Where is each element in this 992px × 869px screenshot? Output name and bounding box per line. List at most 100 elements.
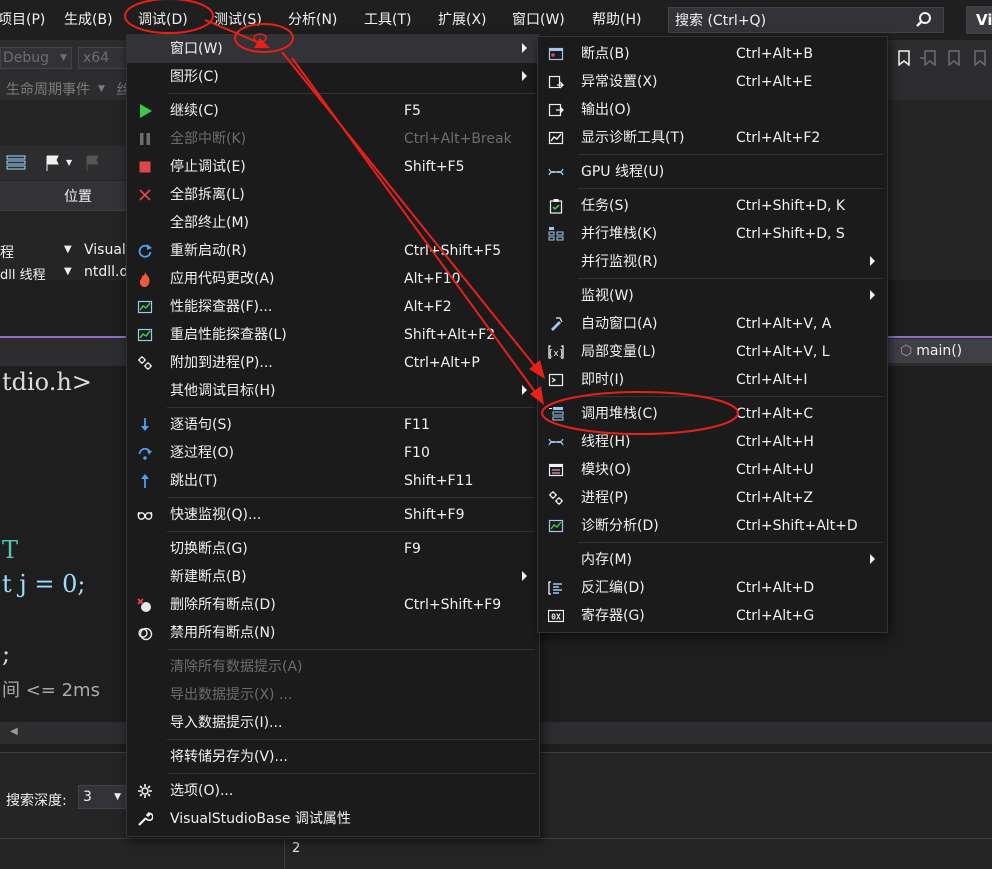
search-box[interactable]: 搜索 (Ctrl+Q) xyxy=(668,7,944,33)
hot-reload-icon xyxy=(139,272,150,287)
window-menu-item-0[interactable]: 断点(B) Ctrl+Alt+B xyxy=(538,40,887,68)
menu-extensions[interactable]: 扩展(X) xyxy=(438,9,487,31)
debug-menu-item-9[interactable]: 应用代码更改(A) Alt+F10 xyxy=(127,265,539,293)
debug-menu-item-19[interactable]: 快速监视(Q)... Shift+F9 xyxy=(127,501,539,529)
debug-menu-item-8[interactable]: 重新启动(R) Ctrl+Shift+F5 xyxy=(127,237,539,265)
flag-icon[interactable] xyxy=(44,154,64,172)
window-menu-item-16[interactable]: 调用堆栈(C) Ctrl+Alt+C xyxy=(538,400,887,428)
registers-icon: 0X xyxy=(548,609,564,623)
window-menu-item-7[interactable]: 任务(S) Ctrl+Shift+D, K xyxy=(538,192,887,220)
window-menu-item-2[interactable]: 输出(O) xyxy=(538,96,887,124)
debug-menu-item-12[interactable]: 附加到进程(P)... Ctrl+Alt+P xyxy=(127,349,539,377)
debug-menu-item-23[interactable]: 删除所有断点(D) Ctrl+Shift+F9 xyxy=(127,591,539,619)
debug-menu-item-17[interactable]: 跳出(T) Shift+F11 xyxy=(127,467,539,495)
window-menu-item-11[interactable]: 监视(W) xyxy=(538,282,887,310)
lifecycle-events[interactable]: 生命周期事件 xyxy=(6,79,90,99)
chevron-down-icon: ▼ xyxy=(114,792,121,802)
window-menu-item-19[interactable]: 进程(P) Ctrl+Alt+Z xyxy=(538,484,887,512)
window-menu-item-label: 显示诊断工具(T) xyxy=(581,130,685,146)
window-menu-item-18[interactable]: 模块(O) Ctrl+Alt+U xyxy=(538,456,887,484)
debug-menu-item-5[interactable]: 停止调试(E) Shift+F5 xyxy=(127,153,539,181)
debug-menu-item-22[interactable]: 新建断点(B) xyxy=(127,563,539,591)
debug-menu-item-16[interactable]: 逐过程(O) F10 xyxy=(127,439,539,467)
menu-debug[interactable]: 调试(D) xyxy=(138,9,188,31)
clear-bookmarks-icon[interactable] xyxy=(972,50,990,66)
menu-build[interactable]: 生成(B) xyxy=(64,9,113,31)
chevron-down-icon: ▼ xyxy=(98,84,105,94)
debug-menu-item-shortcut: F9 xyxy=(404,541,421,557)
search-depth-value: 3 xyxy=(83,789,92,805)
debug-menu-item-15[interactable]: 逐语句(S) F11 xyxy=(127,411,539,439)
debug-menu-item-shortcut: Ctrl+Shift+F9 xyxy=(404,597,502,613)
function-nav-combo[interactable]: ⬡ main() xyxy=(888,339,992,363)
configuration-combo[interactable]: Debug ▼ xyxy=(0,47,72,69)
window-menu-item-shortcut: Ctrl+Alt+B xyxy=(736,46,813,62)
debug-menu-item-28[interactable]: 导入数据提示(I)... xyxy=(127,709,539,737)
cube-icon: ⬡ xyxy=(900,343,913,359)
glasses-icon xyxy=(137,511,153,520)
platform-combo[interactable]: x64 xyxy=(78,47,128,69)
debug-menu-item-0[interactable]: 窗口(W) xyxy=(127,35,539,63)
prev-bookmark-icon[interactable] xyxy=(920,50,938,66)
chevron-right-icon xyxy=(522,43,527,53)
menu-analyze[interactable]: 分析(N) xyxy=(288,9,337,31)
modules-icon xyxy=(548,463,564,477)
code-line-macro: T xyxy=(2,536,19,564)
debug-menu-item-30[interactable]: 将转储另存为(V)... xyxy=(127,743,539,771)
debug-menu-item-4[interactable]: 全部中断(K) Ctrl+Alt+Break xyxy=(127,125,539,153)
debug-menu-item-10[interactable]: 性能探查器(F)... Alt+F2 xyxy=(127,293,539,321)
profiler-icon xyxy=(137,300,153,314)
bookmark-icon[interactable] xyxy=(897,50,911,66)
debug-menu-item-13[interactable]: 其他调试目标(H) xyxy=(127,377,539,405)
group-icon[interactable] xyxy=(6,154,26,172)
window-menu-item-17[interactable]: 线程(H) Ctrl+Alt+H xyxy=(538,428,887,456)
window-menu-item-3[interactable]: 显示诊断工具(T) Ctrl+Alt+F2 xyxy=(538,124,887,152)
menu-help[interactable]: 帮助(H) xyxy=(592,9,641,31)
debug-menu-item-7[interactable]: 全部终止(M) xyxy=(127,209,539,237)
search-placeholder: 搜索 (Ctrl+Q) xyxy=(675,13,767,29)
debug-menu-item-label: 应用代码更改(A) xyxy=(170,271,275,287)
debug-menu-item-label: 附加到进程(P)... xyxy=(170,355,273,371)
debug-menu-item-6[interactable]: 全部拆离(L) xyxy=(127,181,539,209)
window-menu-item-8[interactable]: 并行堆栈(K) Ctrl+Shift+D, S xyxy=(538,220,887,248)
debug-menu-item-3[interactable]: 继续(C) F5 xyxy=(127,97,539,125)
window-menu-item-9[interactable]: 并行监视(R) xyxy=(538,248,887,276)
next-bookmark-icon[interactable] xyxy=(946,50,964,66)
menu-tools[interactable]: 工具(T) xyxy=(364,9,411,31)
chevron-down-icon[interactable]: ▼ xyxy=(64,244,72,255)
window-menu-item-12[interactable]: 自动窗口(A) Ctrl+Alt+V, A xyxy=(538,310,887,338)
window-menu-item-13[interactable]: {x} 局部变量(L) Ctrl+Alt+V, L xyxy=(538,338,887,366)
debug-menu-item-33[interactable]: VisualStudioBase 调试属性 xyxy=(127,805,539,833)
debug-menu-item-1[interactable]: 图形(C) xyxy=(127,63,539,91)
search-depth-combo[interactable]: 3 ▼ xyxy=(78,785,126,809)
debug-menu-item-26[interactable]: 清除所有数据提示(A) xyxy=(127,653,539,681)
chevron-down-icon[interactable]: ▼ xyxy=(64,266,72,277)
scroll-left-icon[interactable]: ◀ xyxy=(10,726,18,737)
window-menu-item-5[interactable]: GPU 线程(U) xyxy=(538,158,887,186)
debug-menu-item-21[interactable]: 切换断点(G) F9 xyxy=(127,535,539,563)
debug-menu-item-label: 停止调试(E) xyxy=(170,159,246,175)
window-menu-item-14[interactable]: 即时(I) Ctrl+Alt+I xyxy=(538,366,887,394)
wrench-icon xyxy=(138,811,153,826)
window-menu-item-shortcut: Ctrl+Alt+V, A xyxy=(736,316,832,332)
window-menu-item-shortcut: Ctrl+Shift+D, S xyxy=(736,226,845,242)
window-menu-item-shortcut: Ctrl+Alt+Z xyxy=(736,490,813,506)
debug-menu-item-label: 全部拆离(L) xyxy=(170,187,245,203)
app-badge: Vi xyxy=(966,6,992,34)
window-menu-item-20[interactable]: 诊断分析(D) Ctrl+Shift+Alt+D xyxy=(538,512,887,540)
window-menu-item-23[interactable]: 反汇编(D) Ctrl+Alt+D xyxy=(538,574,887,602)
debug-menu-item-32[interactable]: 选项(O)... xyxy=(127,777,539,805)
debug-menu-item-27[interactable]: 导出数据提示(X) ... xyxy=(127,681,539,709)
location-column-header[interactable]: 位置 xyxy=(64,186,92,206)
debug-menu-item-11[interactable]: 重启性能探查器(L) Shift+Alt+F2 xyxy=(127,321,539,349)
profiler-icon xyxy=(137,328,153,342)
window-menu-item-1[interactable]: 异常设置(X) Ctrl+Alt+E xyxy=(538,68,887,96)
svg-text:{x}: {x} xyxy=(548,349,564,359)
menu-project[interactable]: 项目(P) xyxy=(0,9,45,31)
debug-menu-item-24[interactable]: 禁用所有断点(N) xyxy=(127,619,539,647)
window-menu-item-22[interactable]: 内存(M) xyxy=(538,546,887,574)
menu-test[interactable]: 测试(S) xyxy=(214,9,262,31)
window-menu-item-24[interactable]: 0X 寄存器(G) Ctrl+Alt+G xyxy=(538,602,887,630)
menu-window[interactable]: 窗口(W) xyxy=(512,9,565,31)
flag-disabled-icon[interactable] xyxy=(84,154,104,172)
